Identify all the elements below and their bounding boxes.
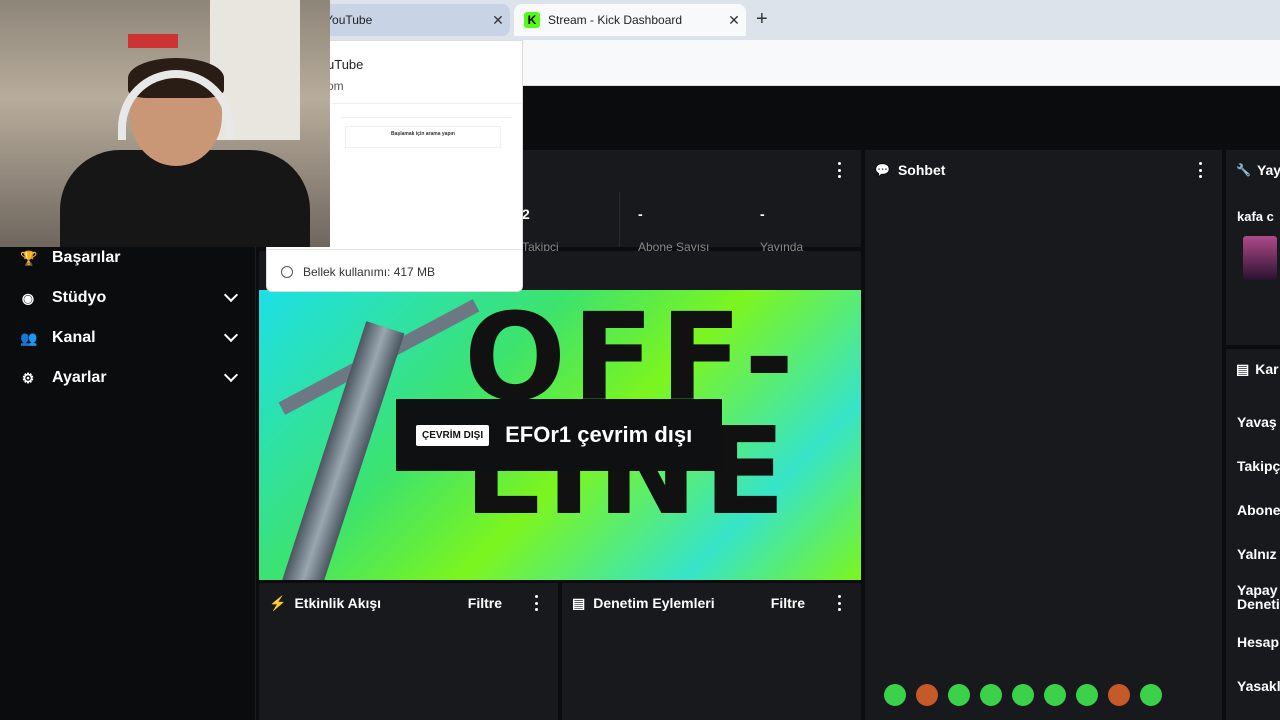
sidebar-item-label: Stüdyo [52, 289, 107, 306]
sidebar-item-label: Kanal [52, 329, 96, 346]
emote-icon[interactable] [1044, 684, 1066, 706]
wrench-icon: 🔧 [1236, 163, 1251, 177]
webcam-overlay [0, 0, 330, 247]
emote-icon[interactable] [1140, 684, 1162, 706]
emote-icon[interactable] [980, 684, 1002, 706]
panel-title: Kar [1255, 361, 1279, 377]
emote-icon[interactable] [884, 684, 906, 706]
chat-bubble-icon: 💬 [875, 163, 890, 177]
chevron-down-icon[interactable] [223, 367, 239, 383]
setting-emotes-only[interactable]: Yalnız [1237, 546, 1277, 562]
preview-thumbnail-text: Başlamak için arama yapın [345, 126, 501, 148]
panel-header: ▤ Denetim Eylemleri [562, 583, 861, 623]
tab-kick-dashboard[interactable]: K Stream - Kick Dashboard ✕ [514, 4, 746, 36]
webcam-shelf-item [128, 34, 178, 48]
stat-value: 2 [522, 206, 530, 222]
gear-icon: ⚙ [21, 369, 35, 386]
offline-badge: ÇEVRİM DIŞI [416, 424, 490, 446]
chat-settings-panel: ▤ Kar [1226, 349, 1280, 720]
stream-title-text: kafa c [1237, 209, 1274, 224]
setting-slow-mode[interactable]: Yavaş [1237, 414, 1277, 430]
emote-icon[interactable] [948, 684, 970, 706]
close-icon[interactable]: ✕ [486, 12, 510, 29]
power-pole-graphic [273, 321, 405, 580]
panel-title: Sohbet [897, 162, 946, 178]
trophy-icon: 🏆 [20, 249, 38, 266]
tab-title: ) YouTube [318, 13, 373, 27]
channel-icon: 👥 [20, 329, 38, 346]
close-icon[interactable]: ✕ [722, 12, 746, 29]
panel-header: ▤ Kar [1226, 349, 1280, 389]
activity-feed-panel: ⚡ Etkinlik Akışı Filtre [259, 583, 558, 720]
studio-icon: ◉ [21, 289, 35, 306]
filter-button[interactable]: Filtre [771, 595, 805, 611]
chat-panel: 💬 Sohbet [865, 150, 1222, 720]
offline-status-card: ÇEVRİM DIŞI EFOr1 çevrim dışı [396, 399, 722, 471]
setting-subscribers-only[interactable]: Abone [1237, 502, 1280, 518]
stat-value: - [760, 206, 765, 222]
sidebar-item-label: Başarılar [52, 249, 121, 266]
panel-header: ⚡ Etkinlik Akışı [259, 583, 558, 623]
memory-usage-text: Bellek kullanımı: 417 MB [303, 264, 436, 279]
tab-title: Stream - Kick Dashboard [548, 13, 683, 27]
sidebar-item-channel[interactable]: 👥 Kanal [20, 324, 240, 352]
list-icon: ▤ [1236, 360, 1250, 377]
sidebar-item-achievements[interactable]: 🏆 Başarılar [20, 244, 240, 272]
more-options-icon[interactable] [1198, 162, 1202, 178]
emote-icon[interactable] [1076, 684, 1098, 706]
panel-title: Denetim Eylemleri [593, 595, 715, 611]
new-tab-button[interactable]: + [756, 8, 768, 31]
sidebar-item-label: Ayarlar [52, 369, 107, 386]
chevron-down-icon[interactable] [223, 287, 239, 303]
category-thumbnail[interactable] [1243, 236, 1277, 280]
emote-icon[interactable] [1012, 684, 1034, 706]
bolt-icon: ⚡ [269, 594, 287, 611]
setting-ai-moderation[interactable]: Yapay Deneti [1237, 583, 1280, 611]
filter-button[interactable]: Filtre [468, 595, 502, 611]
preview-thumbnail-toolbar [341, 110, 511, 118]
panel-header: 🔧 Yay [1226, 150, 1280, 190]
memory-usage: Bellek kullanımı: 417 MB [267, 249, 522, 293]
setting-followers-only[interactable]: Takipç [1237, 458, 1280, 474]
preview-thumbnail: Başlamak için arama yapın [331, 103, 521, 243]
list-icon: ▤ [572, 594, 586, 611]
setting-banned-words[interactable]: Yasakl [1237, 678, 1280, 694]
panel-header: 💬 Sohbet [865, 150, 1222, 190]
setting-account-age[interactable]: Hesap [1237, 634, 1279, 650]
more-options-icon[interactable] [837, 595, 841, 611]
sidebar-item-studio[interactable]: ◉ Stüdyo [20, 284, 240, 312]
more-options-icon[interactable] [837, 162, 841, 178]
chevron-down-icon[interactable] [223, 327, 239, 343]
memory-gauge-icon [281, 265, 293, 278]
kick-logo-icon: K [524, 12, 540, 28]
moderation-panel: ▤ Denetim Eylemleri Filtre [562, 583, 861, 720]
preview-title: uTube [327, 57, 364, 72]
more-options-icon[interactable] [534, 595, 538, 611]
sidebar-item-settings[interactable]: ⚙ Ayarlar [20, 364, 240, 392]
emote-icon[interactable] [1108, 684, 1130, 706]
offline-message: EFOr1 çevrim dışı [505, 422, 693, 447]
panel-title: Etkinlik Akışı [294, 595, 382, 611]
stat-value: - [638, 206, 643, 222]
emote-bar [884, 684, 1204, 710]
emote-icon[interactable] [916, 684, 938, 706]
tab-youtube[interactable]: ) YouTube ✕ [310, 4, 510, 36]
panel-title: Yay [1256, 162, 1280, 178]
